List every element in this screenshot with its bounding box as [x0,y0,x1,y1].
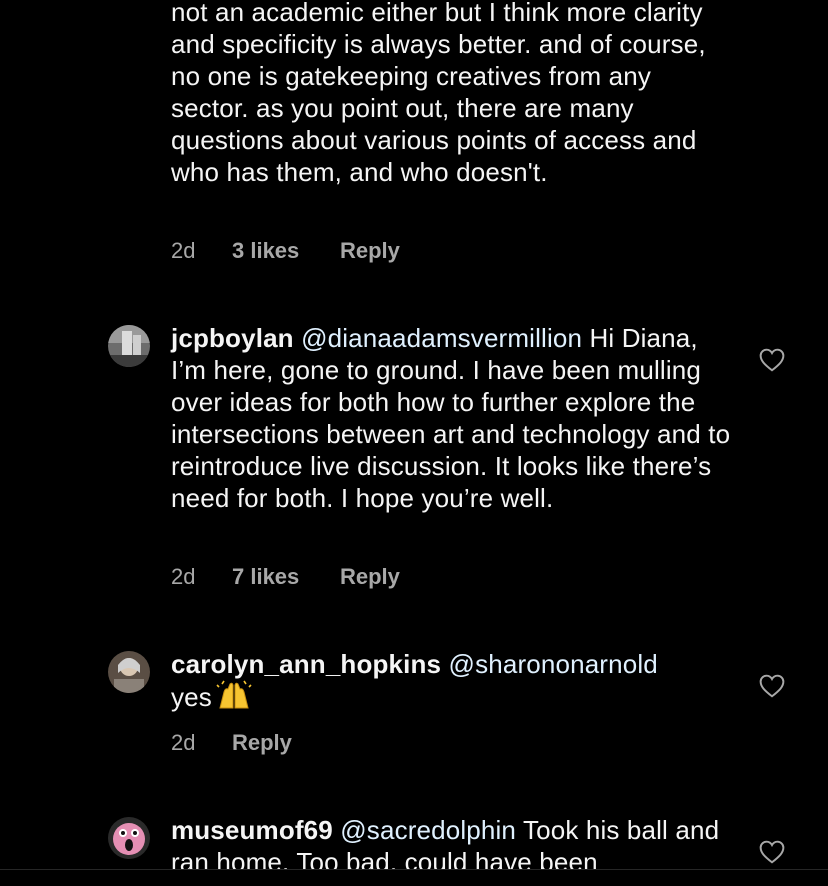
heart-outline-icon[interactable] [759,348,785,372]
comment-meta: 2d 3 likes Reply [171,238,400,264]
mention-link[interactable]: @sacredolphin [340,815,516,845]
comment-text-block: not an academic either but I think more … [171,0,731,188]
heart-outline-icon[interactable] [759,840,785,864]
comment-timestamp: 2d [171,238,196,263]
bottom-bar-edge [0,869,828,886]
username-link[interactable]: museumof69 [171,815,333,845]
avatar[interactable] [108,651,150,693]
reply-button[interactable]: Reply [340,238,400,264]
reply-button[interactable]: Reply [232,730,292,756]
likes-count-link[interactable]: 7 likes [232,564,340,590]
comment-text: not an academic either but I think more … [171,0,706,187]
mention-link[interactable]: @sharononarnold [449,649,658,679]
mention-link[interactable]: @dianaadamsvermillion [301,323,582,353]
heart-outline-icon[interactable] [759,674,785,698]
comment-text-block: carolyn_ann_hopkins @sharononarnold yes [171,648,731,713]
comment-timestamp: 2d [171,730,196,755]
comment-timestamp: 2d [171,564,196,589]
comment-meta: 2d Reply [171,730,292,756]
username-link[interactable]: jcpboylan [171,323,294,353]
raised-hands-emoji [216,680,252,709]
likes-count-link[interactable]: 3 likes [232,238,340,264]
avatar[interactable] [108,325,150,367]
comment-text-block: jcpboylan @dianaadamsvermillion Hi Diana… [171,322,731,514]
avatar[interactable] [108,817,150,859]
username-link[interactable]: carolyn_ann_hopkins [171,649,441,679]
comment-text: yes [171,682,212,712]
reply-button[interactable]: Reply [340,564,400,590]
comment-meta: 2d 7 likes Reply [171,564,400,590]
